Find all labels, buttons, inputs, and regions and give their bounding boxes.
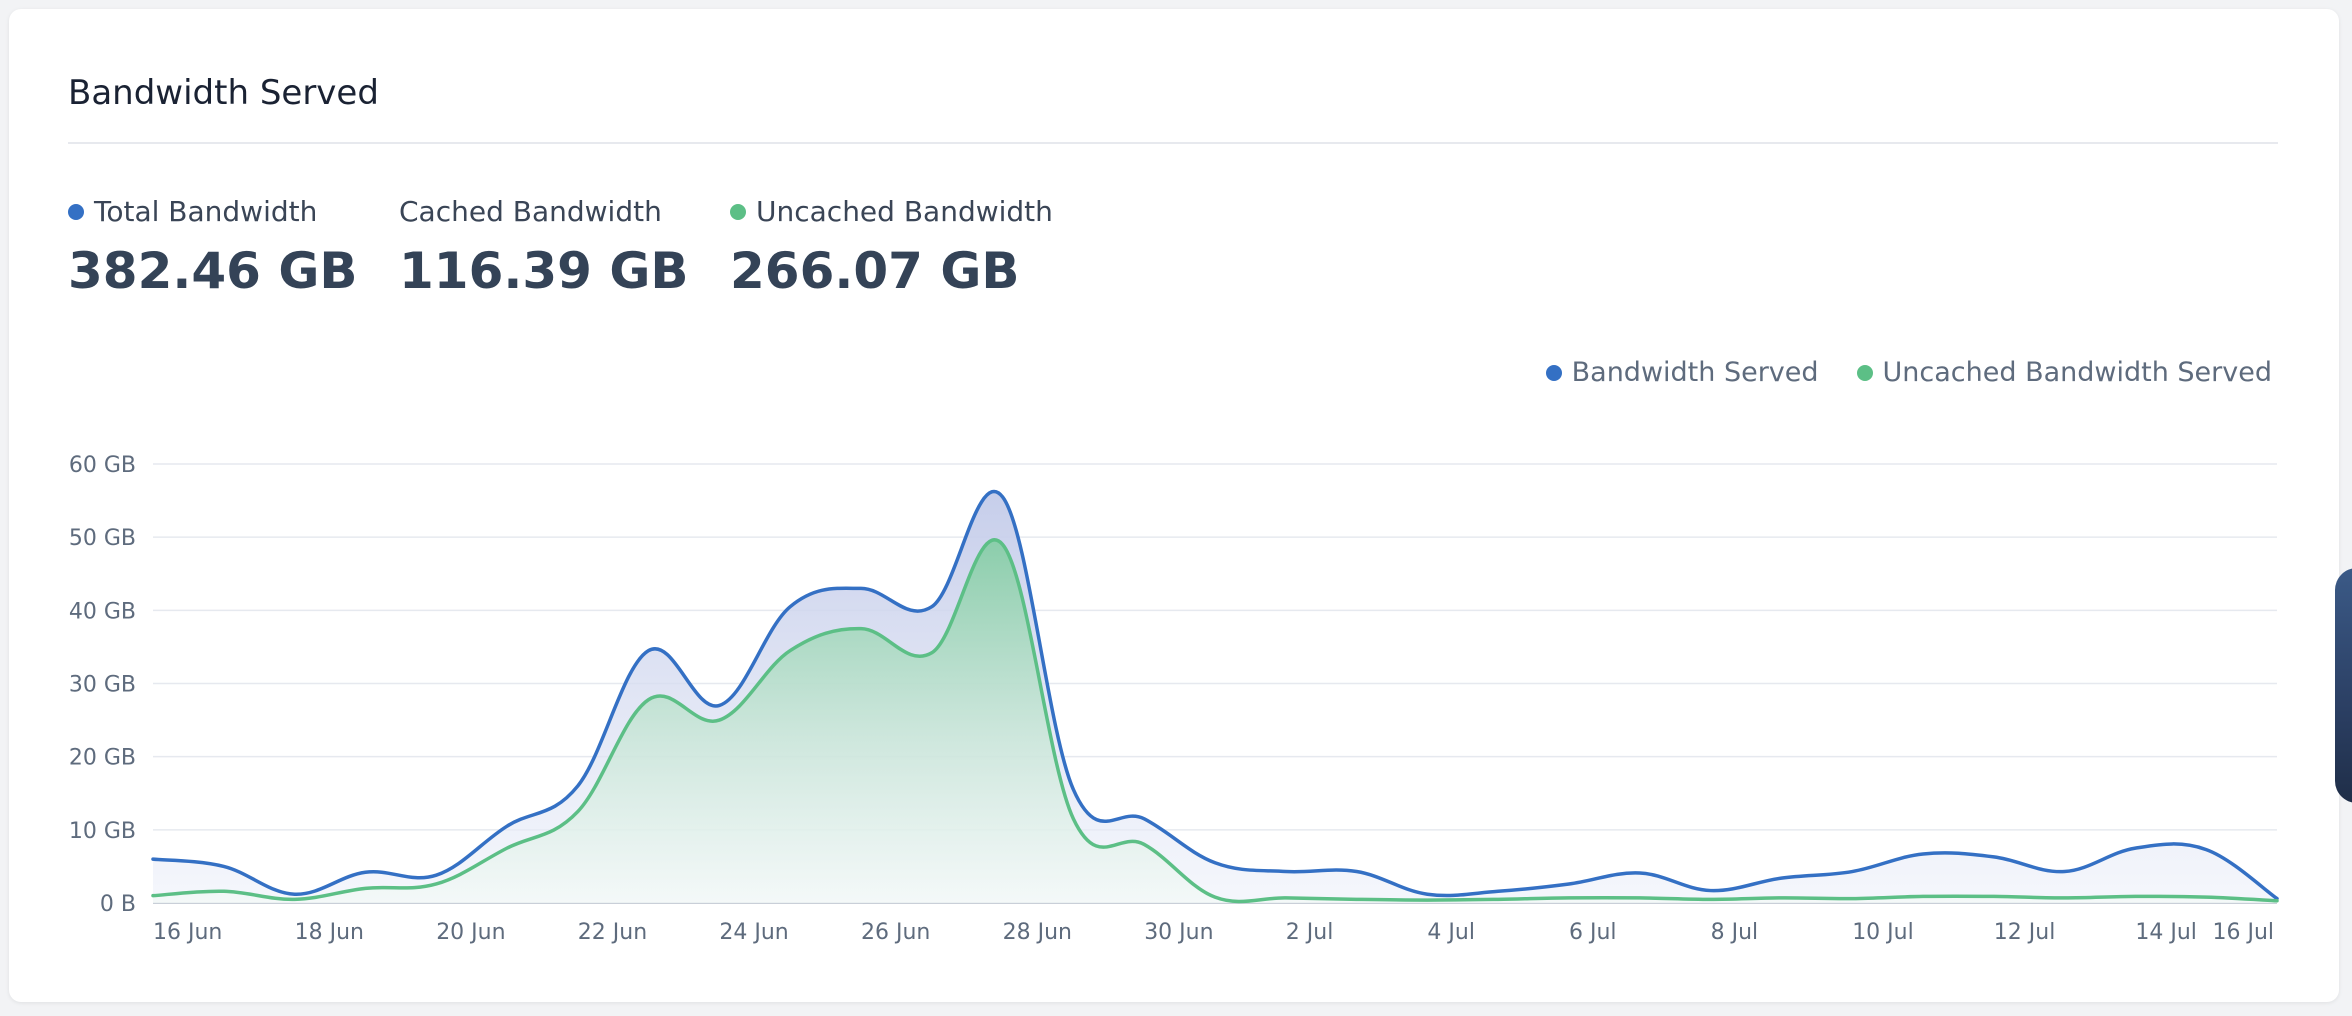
x-tick-label: 20 Jun bbox=[436, 920, 505, 945]
x-tick-label: 30 Jun bbox=[1144, 920, 1213, 945]
x-tick-label: 2 Jul bbox=[1286, 920, 1334, 945]
x-tick-label: 24 Jun bbox=[719, 920, 788, 945]
x-tick-label: 12 Jul bbox=[1994, 920, 2056, 945]
y-tick-label: 0 B bbox=[100, 892, 136, 917]
x-tick-label: 16 Jul bbox=[2212, 920, 2274, 945]
x-tick-label: 8 Jul bbox=[1711, 920, 1759, 945]
y-tick-label: 10 GB bbox=[69, 819, 136, 844]
bandwidth-served-area bbox=[153, 491, 2277, 903]
bandwidth-area-chart[interactable]: 0 B 10 GB 20 GB 30 GB 40 GB 50 GB 60 GB 16 Jun… bbox=[0, 0, 2352, 1016]
uncached-bandwidth-served-area bbox=[153, 539, 2277, 903]
y-tick-label: 20 GB bbox=[69, 746, 136, 771]
x-tick-label: 4 Jul bbox=[1427, 920, 1475, 945]
x-tick-label: 6 Jul bbox=[1569, 920, 1617, 945]
uncached-bandwidth-served-line[interactable] bbox=[151, 538, 2279, 904]
x-tick-label: 14 Jul bbox=[2135, 920, 2197, 945]
x-tick-label: 10 Jul bbox=[1852, 920, 1914, 945]
series-lines bbox=[151, 489, 2279, 904]
y-axis-ticks: 0 B 10 GB 20 GB 30 GB 40 GB 50 GB 60 GB bbox=[69, 453, 136, 917]
y-tick-label: 40 GB bbox=[69, 599, 136, 624]
y-tick-label: 60 GB bbox=[69, 453, 136, 478]
series-areas bbox=[153, 491, 2277, 903]
x-tick-label: 22 Jun bbox=[578, 920, 647, 945]
y-tick-label: 30 GB bbox=[69, 673, 136, 698]
x-tick-label: 16 Jun bbox=[153, 920, 222, 945]
bandwidth-served-line[interactable] bbox=[151, 489, 2279, 901]
x-tick-label: 28 Jun bbox=[1003, 920, 1072, 945]
x-tick-label: 26 Jun bbox=[861, 920, 930, 945]
y-tick-label: 50 GB bbox=[69, 526, 136, 551]
grid-lines bbox=[153, 463, 2277, 904]
x-axis-ticks: 16 Jun 18 Jun 20 Jun 22 Jun 24 Jun 26 Jun 28 J… bbox=[153, 920, 2274, 945]
x-tick-label: 18 Jun bbox=[295, 920, 364, 945]
side-helper-widget[interactable] bbox=[2335, 568, 2352, 803]
